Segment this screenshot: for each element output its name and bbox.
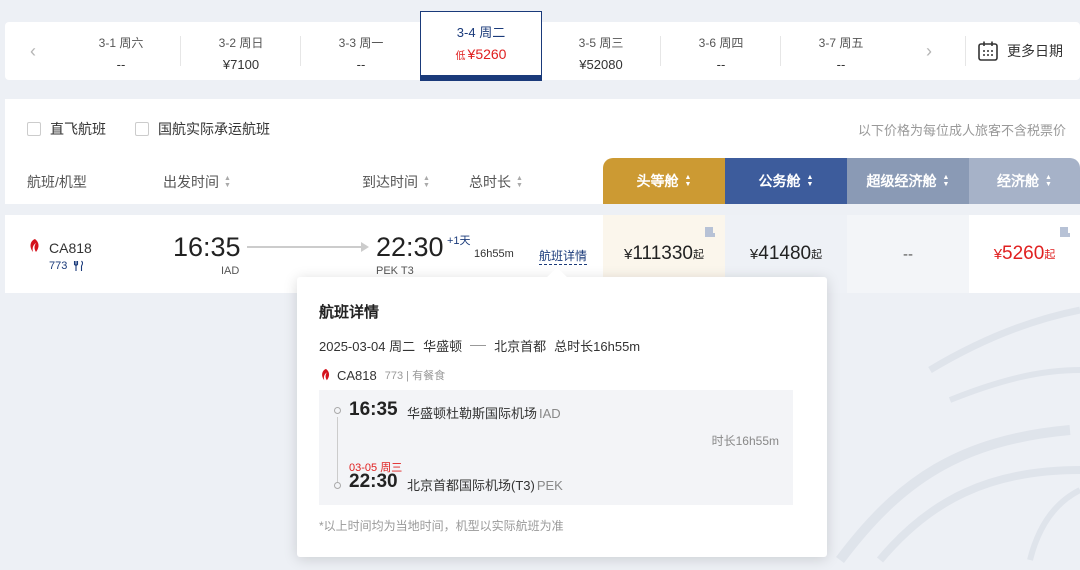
flight-number: CA818 [49, 240, 92, 256]
air-china-operated-filter[interactable]: 国航实际承运航班 [135, 119, 270, 139]
sort-icon: ▲ ▼ [224, 175, 231, 189]
departure-airport: IAD [221, 265, 240, 277]
route-arrow-icon [470, 345, 487, 346]
popup-flight-number: CA818 [337, 367, 377, 383]
sort-icon: ▲ ▼ [942, 174, 950, 188]
sort-arrive-time[interactable]: 到达时间 ▲ ▼ [362, 172, 430, 192]
column-flight: 航班/机型 [27, 174, 87, 190]
timeline-end-dot [334, 482, 341, 489]
air-china-operated-checkbox[interactable] [135, 122, 149, 136]
flight-duration: 16h55m [474, 248, 514, 260]
popup-route: 2025-03-04 周二 华盛顿 北京首都 总时长16h55m [319, 336, 640, 355]
date-selector: ‹ 3-1 周六 -- 3-2 周日 ¥7100 3-3 周一 -- 3-4 周… [5, 11, 1080, 81]
results-header: 直飞航班 国航实际承运航班 以下价格为每位成人旅客不含税票价 航班/机型 出发时… [5, 99, 1080, 204]
direct-flight-filter[interactable]: 直飞航班 [27, 119, 106, 139]
date-label: 3-4 周二 [456, 25, 506, 40]
air-china-logo-icon [322, 368, 330, 381]
price-note: 以下价格为每位成人旅客不含税票价 [857, 123, 1066, 138]
travel-date: 2025-03-04 周二 [319, 339, 416, 354]
price-economy[interactable]: ¥ 5260 起 [969, 215, 1080, 293]
direct-flight-checkbox[interactable] [27, 122, 41, 136]
date-label: 3-1 周六 [98, 36, 144, 50]
date-price: -- [116, 57, 126, 72]
chevron-left-icon: ‹ [30, 40, 36, 61]
sort-duration[interactable]: 总时长 ▲ ▼ [469, 172, 523, 192]
total-duration: 总时长16h55m [554, 339, 641, 354]
sort-icon: ▲ ▼ [516, 175, 523, 189]
date-label: 3-3 周一 [338, 36, 384, 50]
departure-time: 16:35 [173, 232, 241, 262]
sort-icon: ▲ ▼ [806, 174, 814, 188]
air-china-operated-label: 国航实际承运航班 [158, 121, 270, 137]
cabin-first-header[interactable]: 头等舱 ▲ ▼ [603, 158, 725, 204]
date-price: ¥7100 [222, 57, 260, 72]
arrival-time: 22:30 [376, 232, 444, 262]
popup-footnote: *以上时间均为当地时间，机型以实际航班为准 [319, 519, 564, 533]
more-dates-label: 更多日期 [1007, 43, 1063, 59]
aircraft-type: 773 [49, 260, 85, 272]
segment-dep-airport: 华盛顿杜勒斯国际机场 IAD [407, 406, 561, 421]
air-china-logo-icon [30, 239, 39, 252]
seat-icon [705, 227, 715, 237]
date-option[interactable]: 3-1 周六 -- [61, 22, 181, 80]
date-option[interactable]: 3-5 周三 ¥52080 [541, 22, 661, 80]
sort-depart-time[interactable]: 出发时间 ▲ ▼ [163, 172, 231, 192]
cabin-economy-header[interactable]: 经济舱 ▲ ▼ [969, 158, 1080, 204]
popup-flight-meta: 773 | 有餐食 [384, 370, 446, 382]
date-option[interactable]: 3-7 周五 -- [781, 22, 901, 80]
date-option-selected[interactable]: 3-4 周二 低 ¥5260 [420, 11, 542, 81]
flight-detail-popup: 航班详情 2025-03-04 周二 华盛顿 北京首都 总时长16h55m CA… [297, 267, 827, 557]
date-price: 低 ¥5260 [455, 46, 507, 62]
date-label: 3-6 周四 [698, 36, 744, 50]
popup-title: 航班详情 [319, 304, 380, 321]
date-price: -- [356, 57, 366, 72]
cabin-business-header[interactable]: 公务舱 ▲ ▼ [725, 158, 847, 204]
next-day-badge: +1天 [447, 235, 471, 247]
date-option[interactable]: 3-3 周一 -- [301, 22, 421, 80]
route-arrow [247, 242, 369, 252]
meal-icon [74, 260, 84, 271]
arrival-airport: PEK T3 [376, 265, 414, 277]
from-city: 华盛顿 [423, 339, 463, 354]
direct-flight-label: 直飞航班 [50, 121, 106, 137]
selected-indicator [420, 75, 542, 81]
lowest-price-badge: 低 [455, 51, 466, 62]
timeline-line [337, 417, 338, 483]
sort-icon: ▲ ▼ [684, 174, 692, 188]
seat-icon [1060, 227, 1070, 237]
date-label: 3-5 周三 [578, 36, 624, 50]
segment-timeline: 16:35 华盛顿杜勒斯国际机场 IAD 时长16h55m 03-05 周三 22… [319, 390, 793, 505]
flight-detail-link[interactable]: 航班详情 [539, 247, 588, 265]
calendar-icon [978, 41, 998, 61]
date-price: -- [716, 57, 726, 72]
to-city: 北京首都 [494, 339, 547, 354]
date-option[interactable]: 3-6 周四 -- [661, 22, 781, 80]
next-dates-button[interactable]: › [901, 22, 957, 80]
sort-icon: ▲ ▼ [423, 175, 430, 189]
popup-flight-info: CA818 773 | 有餐食 [319, 367, 445, 383]
segment-arr-airport: 北京首都国际机场(T3) PEK [407, 478, 563, 493]
date-label: 3-2 周日 [218, 36, 264, 50]
date-label: 3-7 周五 [818, 36, 864, 50]
segment-dep-time: 16:35 [349, 399, 398, 420]
date-price: ¥52080 [579, 57, 623, 72]
more-dates-button[interactable]: 更多日期 [965, 22, 1080, 80]
chevron-right-icon: › [926, 40, 932, 61]
sort-icon: ▲ ▼ [1045, 174, 1052, 188]
segment-arr-time: 22:30 [349, 471, 398, 492]
segment-duration: 时长16h55m [711, 434, 779, 448]
prev-dates-button[interactable]: ‹ [5, 22, 61, 80]
cabin-premium-economy-header[interactable]: 超级经济舱 ▲ ▼ [847, 158, 969, 204]
date-price: -- [836, 57, 846, 72]
price-premium-economy: -- [847, 215, 969, 293]
date-option[interactable]: 3-2 周日 ¥7100 [181, 22, 301, 80]
timeline-start-dot [334, 407, 341, 414]
